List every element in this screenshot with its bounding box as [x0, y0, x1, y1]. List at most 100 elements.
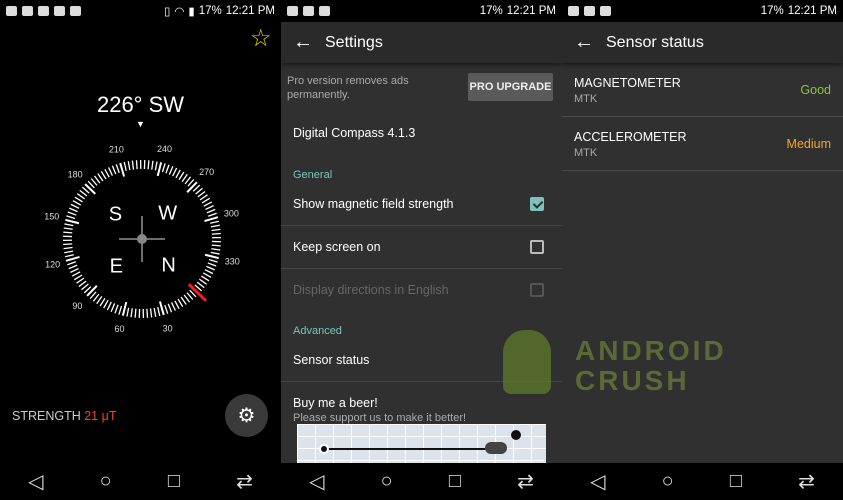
dial-tick	[161, 163, 166, 173]
checkbox-checked[interactable]	[530, 197, 544, 211]
dial-tick	[201, 275, 210, 282]
dial-tick	[164, 304, 169, 314]
dial-tick	[165, 164, 170, 174]
dial-label: 90	[72, 301, 82, 311]
dial-tick	[197, 190, 206, 198]
dial-tick	[67, 261, 77, 266]
bag-icon	[319, 6, 330, 16]
dial-tick	[73, 274, 83, 281]
notification-icon	[6, 6, 17, 16]
dial-tick	[93, 175, 101, 184]
dial-tick	[149, 308, 153, 318]
section-general: General	[293, 169, 333, 181]
dial-tick	[201, 197, 211, 204]
dial-tick	[186, 292, 194, 300]
dial-tick	[172, 167, 178, 177]
dial-tick	[106, 301, 112, 311]
dial-tick	[96, 295, 103, 305]
setting-label: Show magnetic field strength	[293, 197, 454, 211]
dial-tick	[134, 308, 137, 318]
home-nav-icon[interactable]: ○	[100, 470, 112, 493]
dial-tick	[211, 228, 221, 232]
dial-tick	[180, 296, 187, 305]
dial-tick	[207, 262, 217, 267]
favorite-star-icon[interactable]: ☆	[250, 24, 272, 53]
dial-tick	[68, 264, 78, 270]
back-arrow-icon[interactable]: ←	[562, 31, 606, 54]
dial-tick	[181, 173, 188, 183]
wifi-icon: ◠	[174, 6, 185, 18]
recents-nav-icon[interactable]: □	[168, 470, 180, 493]
switch-apps-icon[interactable]: ⇄	[798, 469, 815, 494]
dial-tick	[76, 193, 86, 200]
dial-tick	[167, 303, 173, 313]
dial-tick	[81, 283, 89, 291]
switch-apps-icon[interactable]: ⇄	[236, 469, 253, 494]
dial-tick	[170, 302, 176, 311]
dial-tick	[64, 250, 74, 254]
dial-tick	[127, 161, 131, 171]
dial-tick	[208, 258, 218, 263]
clock: 12:21 PM	[506, 5, 556, 17]
battery-level: 17%	[479, 5, 503, 17]
checkbox[interactable]	[530, 240, 544, 254]
settings-button[interactable]: ⚙	[225, 394, 268, 437]
dial-tick	[196, 281, 205, 289]
dial-tick	[198, 278, 208, 285]
dial-label: 270	[199, 167, 214, 177]
dial-tick	[79, 189, 88, 197]
vibrate-icon: ▯	[164, 6, 171, 18]
cardinal-W: W	[158, 202, 177, 224]
nav-bar: ◁ ○ □ ⇄	[0, 463, 281, 500]
sensor-vendor: MTK	[574, 93, 598, 105]
back-nav-icon[interactable]: ◁	[590, 469, 605, 494]
home-nav-icon[interactable]: ○	[381, 470, 393, 493]
dial-tick	[211, 232, 221, 235]
dial-tick	[135, 160, 138, 170]
dial-tick	[177, 298, 184, 308]
recents-nav-icon[interactable]: □	[449, 470, 461, 493]
sensor-status-link[interactable]: Sensor status	[293, 353, 550, 367]
dial-tick	[199, 194, 208, 201]
home-nav-icon[interactable]: ○	[662, 470, 674, 493]
back-nav-icon[interactable]: ◁	[28, 469, 43, 494]
pro-upgrade-button[interactable]: PRO UPGRADE	[468, 73, 553, 101]
dial-tick	[64, 223, 74, 227]
battery-level: 17%	[198, 5, 222, 17]
dial-tick	[69, 207, 78, 213]
buy-beer-link[interactable]: Buy me a beer!	[293, 396, 550, 410]
signal-icon: ▮	[188, 6, 195, 18]
dial-tick	[204, 269, 214, 275]
dial-tick	[65, 255, 80, 262]
dial-tick	[206, 208, 216, 214]
dial-tick	[111, 165, 117, 175]
ad-banner[interactable]	[297, 424, 546, 464]
page-title: Settings	[325, 33, 383, 51]
dial-tick	[104, 168, 110, 178]
dial-tick	[178, 171, 185, 180]
dial-tick	[153, 307, 157, 317]
nav-bar: ◁ ○ □ ⇄	[562, 463, 843, 500]
dial-tick	[92, 293, 100, 302]
status-bar: 17% 12:21 PM	[562, 0, 843, 22]
gear-icon: ⚙	[237, 405, 256, 427]
dial-tick	[74, 196, 83, 203]
dial-tick	[156, 162, 163, 177]
image-icon	[22, 6, 33, 16]
screenshot-icon	[38, 6, 49, 16]
sensor-name: MAGNETOMETER	[574, 76, 681, 90]
recents-nav-icon[interactable]: □	[730, 470, 742, 493]
strength-value: 21 μT	[84, 409, 117, 423]
page-title: Sensor status	[606, 33, 704, 51]
dial-label: 240	[157, 144, 172, 154]
settings-screen: 17% 12:21 PM ← Settings Pro version remov…	[281, 0, 562, 500]
switch-apps-icon[interactable]: ⇄	[517, 469, 534, 494]
back-nav-icon[interactable]: ◁	[309, 469, 324, 494]
dial-tick	[202, 272, 212, 278]
back-arrow-icon[interactable]: ←	[281, 31, 325, 54]
buy-beer-subtitle: Please support us to make it better!	[293, 412, 467, 424]
dial-tick	[211, 248, 221, 251]
cardinal-E: E	[110, 256, 123, 278]
sensor-status: Good	[800, 83, 831, 97]
dial-tick	[118, 305, 123, 315]
